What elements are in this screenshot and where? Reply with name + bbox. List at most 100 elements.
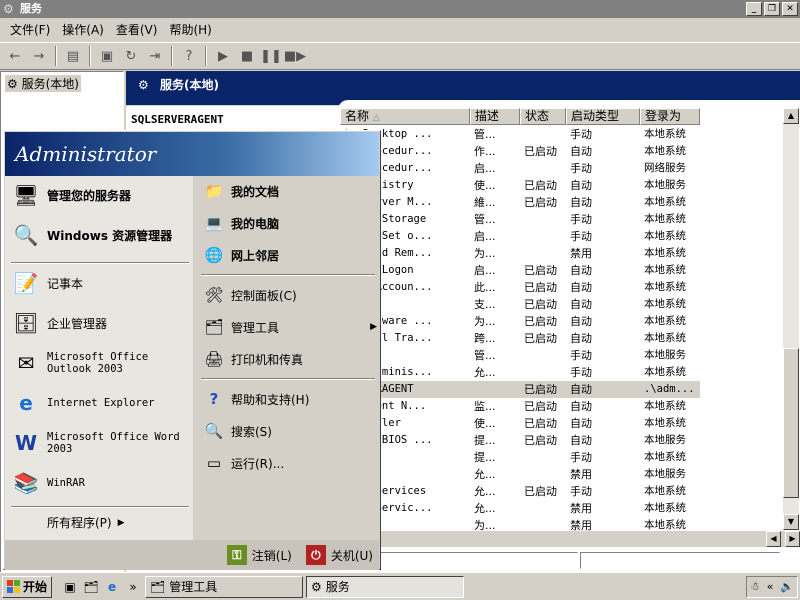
menu-view[interactable]: 查看(V)	[110, 19, 164, 41]
service-row[interactable]: t Card管...手动本地服务	[340, 347, 700, 364]
cell-status: 已启动	[524, 332, 557, 345]
service-row[interactable]: rity Accoun... 此... 已启动 自动 本地系统	[340, 279, 700, 296]
minimize-button[interactable]: _	[746, 2, 762, 16]
cell-startup-type: 手动	[570, 485, 592, 498]
cell-logon-as: 本地系统	[644, 230, 686, 242]
quick-launch-overflow-icon[interactable]: »	[124, 578, 142, 596]
menu-item-windows-explorer[interactable]: 🔍 Windows 资源管理器	[11, 220, 173, 250]
cell-status: 已启动	[524, 383, 557, 396]
service-row[interactable]: te Registry使...已启动自动本地服务	[340, 177, 700, 194]
pause-service-icon[interactable]: ❚❚	[260, 45, 282, 67]
service-row[interactable]: ndary Logon启...已启动自动本地系统	[340, 262, 700, 279]
menu-item-admin-tools[interactable]: 🗂 管理工具 ▶	[203, 316, 377, 338]
show-console-tree-icon[interactable]: ▤	[62, 45, 84, 67]
logoff-button[interactable]: ⚿ 注销(L)	[226, 545, 292, 565]
menu-help[interactable]: 帮助(H)	[163, 19, 217, 41]
menu-item-internet-explorer[interactable]: e Internet Explorer	[11, 388, 154, 418]
cell-logon-as: 本地服务	[644, 468, 686, 480]
service-row[interactable]: ial Adminis... 允... 手动 本地系统	[340, 364, 700, 381]
cell-logon-as: 本地系统	[644, 145, 686, 157]
service-row[interactable]: le Mail Tra... 跨... 已启动 自动 本地系统	[340, 330, 700, 347]
cell-description: 維...	[474, 196, 496, 209]
menu-item-outlook[interactable]: ✉ Microsoft Office Outlook 2003	[11, 348, 167, 378]
menu-item-my-computer[interactable]: 💻 我的电脑	[203, 212, 279, 234]
restart-service-icon[interactable]: ■▶	[284, 45, 306, 67]
start-service-icon[interactable]: ▶	[212, 45, 234, 67]
server-icon: 🖥	[13, 183, 39, 207]
properties-icon[interactable]: ▣	[96, 45, 118, 67]
window-title-bar[interactable]: ⚙ 服务 _ ❐ ✕	[0, 0, 800, 18]
menu-item-control-panel[interactable]: 🛠 控制面板(C)	[203, 284, 296, 306]
cell-description: 为...	[474, 247, 496, 260]
horizontal-scrollbar[interactable]: ◀ ▶	[338, 531, 800, 547]
cell-startup-type: 自动	[570, 298, 592, 311]
tray-expand-icon[interactable]: «	[767, 580, 774, 593]
restore-button[interactable]: ❐	[764, 2, 780, 16]
close-button[interactable]: ✕	[782, 2, 798, 16]
menu-item-enterprise-manager[interactable]: 🗄 企业管理器	[11, 308, 107, 338]
stop-service-icon[interactable]: ■	[236, 45, 258, 67]
service-row[interactable]: SERVERAGENT已启动自动.\adm...	[340, 381, 700, 398]
vertical-scrollbar[interactable]: ▲ ▼	[783, 108, 799, 530]
menu-item-printers-faxes[interactable]: 🖨 打印机和传真	[203, 348, 303, 370]
column-header-startup-type[interactable]: 启动类型	[566, 108, 640, 125]
service-row[interactable]: em Event N... 监... 已启动 自动 本地系统	[340, 398, 700, 415]
scroll-thumb[interactable]	[783, 348, 799, 498]
back-icon[interactable]: ←	[4, 45, 26, 67]
taskbar-task-services[interactable]: ⚙ 服务	[306, 575, 465, 598]
service-row[interactable]: er支...已启动自动本地系统	[340, 296, 700, 313]
menu-item-winrar[interactable]: 📚 WinRAR	[11, 468, 85, 498]
menu-item-search[interactable]: 🔍 搜索(S)	[203, 420, 272, 442]
service-row[interactable]: te Server M... 維... 已启动 自动 本地系统	[340, 194, 700, 211]
tray-volume-icon[interactable]: 🔈	[780, 580, 794, 593]
windows-explorer-icon[interactable]: 🗂	[82, 578, 100, 596]
forward-icon[interactable]: →	[28, 45, 50, 67]
scroll-up-button[interactable]: ▲	[783, 108, 799, 124]
scroll-left-button[interactable]: ◀	[766, 531, 781, 547]
help-icon[interactable]: ?	[178, 45, 200, 67]
service-row[interactable]: inal Servic... 允... 禁用 本地系统	[340, 500, 700, 517]
service-row[interactable]: l Hardware ... 为... 已启动 自动 本地系统	[340, 313, 700, 330]
menu-action[interactable]: 操作(A)	[56, 19, 110, 41]
export-list-icon[interactable]: ⇥	[144, 45, 166, 67]
scroll-down-button[interactable]: ▼	[783, 514, 799, 530]
menu-item-network-places[interactable]: 🌐 网上邻居	[203, 244, 279, 266]
tree-item-services-local[interactable]: ⚙ 服务(本地)	[5, 75, 81, 92]
service-row[interactable]: Scheduler使...已启动自动本地系统	[340, 415, 700, 432]
service-row[interactable]: IP NetBIOS ... 提... 已启动 自动 本地服务	[340, 432, 700, 449]
column-header-description[interactable]: 描述	[470, 108, 520, 125]
service-row[interactable]: te Procedur... 启... 手动 网络服务	[340, 160, 700, 177]
start-button[interactable]: 开始	[2, 575, 53, 598]
tray-network-icon[interactable]: ☃	[750, 580, 760, 593]
menu-file[interactable]: 文件(F)	[4, 19, 56, 41]
internet-explorer-icon[interactable]: e	[103, 578, 121, 596]
column-header-name[interactable]: 名称 △	[340, 108, 470, 125]
column-header-status[interactable]: 状态	[520, 108, 566, 125]
service-row[interactable]: phony提...手动本地系统	[340, 449, 700, 466]
menu-item-word[interactable]: W Microsoft Office Word 2003	[11, 428, 182, 458]
service-row[interactable]: te Desktop ... 管... 手动 本地系统	[340, 126, 700, 143]
column-header-logon-as[interactable]: 登录为	[640, 108, 700, 125]
menu-item-notepad[interactable]: 📝 记事本	[11, 268, 83, 298]
scroll-right-button[interactable]: ▶	[785, 531, 800, 547]
menu-separator	[201, 378, 375, 380]
cell-status	[520, 160, 566, 177]
show-desktop-icon[interactable]: ▣	[61, 578, 79, 596]
menu-item-manage-server[interactable]: 🖥 管理您的服务器	[11, 180, 131, 210]
shutdown-button[interactable]: ⏻ 关机(U)	[305, 545, 373, 565]
taskbar-task-admin-tools[interactable]: 🗂 管理工具	[145, 575, 304, 598]
service-row[interactable]: et允...禁用本地服务	[340, 466, 700, 483]
service-row[interactable]: vable Storage 管... 手动 本地系统	[340, 211, 700, 228]
service-row[interactable]: ing and Rem... 为... 禁用 本地系统	[340, 245, 700, 262]
cell-description: 允...	[474, 366, 496, 379]
cell-logon-as: .\adm...	[644, 383, 695, 395]
cell-status	[520, 228, 566, 245]
service-row[interactable]: te Procedur... 作... 已启动 自动 本地系统	[340, 143, 700, 160]
menu-item-my-documents[interactable]: 📁 我的文档	[203, 180, 279, 202]
menu-item-all-programs[interactable]: 所有程序(P) ▶	[47, 514, 125, 531]
menu-item-run[interactable]: ▭ 运行(R)...	[203, 452, 284, 474]
service-row[interactable]: ltant Set o... 启... 手动 本地系统	[340, 228, 700, 245]
refresh-icon[interactable]: ↻	[120, 45, 142, 67]
service-row[interactable]: inal Services 允... 已启动 手动 本地系统	[340, 483, 700, 500]
menu-item-help-support[interactable]: ? 帮助和支持(H)	[203, 388, 310, 410]
